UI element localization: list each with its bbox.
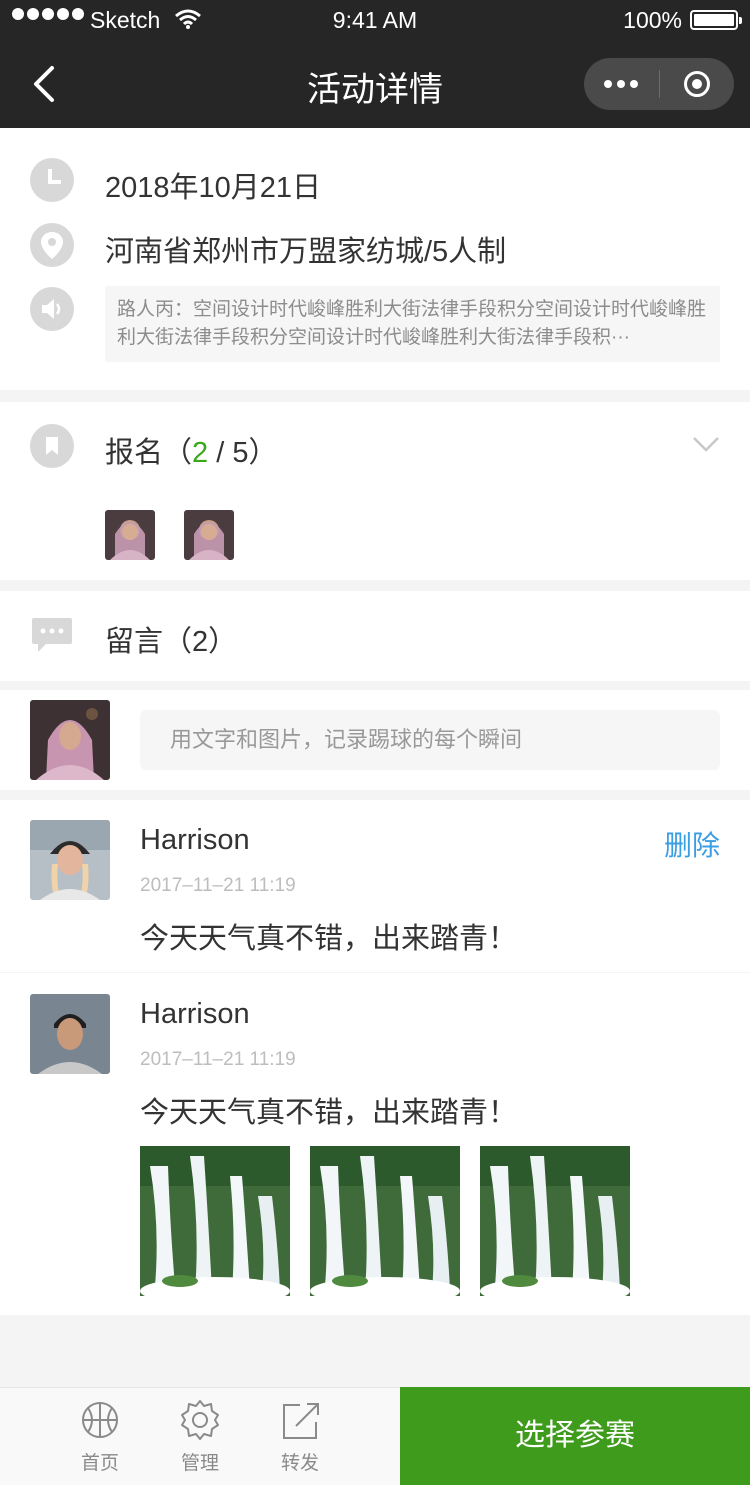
clock-icon xyxy=(30,158,74,202)
commenter-name: Harrison xyxy=(140,824,250,856)
mini-program-capsule xyxy=(584,58,734,110)
comment-text: 今天天气真不错，出来踏青！ xyxy=(140,1097,518,1129)
comment-timestamp: 2017–11–21 11:19 xyxy=(140,1049,296,1070)
my-avatar xyxy=(30,700,110,780)
tab-home[interactable]: 首页 xyxy=(50,1388,150,1485)
select-entry-button[interactable]: 选择参赛 xyxy=(400,1387,750,1485)
share-icon xyxy=(283,1403,319,1439)
commenter-name: Harrison xyxy=(140,998,250,1030)
tab-share[interactable]: 转发 xyxy=(250,1388,350,1485)
close-target-icon[interactable] xyxy=(684,71,710,97)
messages-label: 留言（2） xyxy=(105,626,238,658)
tab-label: 首页 xyxy=(80,1453,119,1474)
tab-label: 管理 xyxy=(180,1453,219,1474)
signup-label-prefix: 报名（ xyxy=(105,437,193,469)
top-bar: Sketch 9:41 AM 100% 活动详情 xyxy=(0,0,750,128)
location-icon xyxy=(30,223,74,267)
speaker-icon xyxy=(30,287,74,331)
event-location: 河南省郑州市万盟家纺城/5人制 xyxy=(105,236,507,268)
commenter-avatar[interactable] xyxy=(30,994,110,1074)
capsule-divider xyxy=(659,70,660,98)
battery-percent: 100% xyxy=(623,7,682,33)
commenter-avatar[interactable] xyxy=(30,820,110,900)
comment-photo[interactable] xyxy=(140,1146,290,1296)
status-bar: Sketch 9:41 AM 100% xyxy=(0,0,750,40)
comment-photo[interactable] xyxy=(310,1146,460,1296)
delete-comment-button[interactable]: 删除 xyxy=(664,824,720,864)
gear-icon xyxy=(181,1400,219,1440)
more-button[interactable] xyxy=(584,58,659,110)
signup-separator: / xyxy=(208,437,233,469)
chevron-down-icon[interactable] xyxy=(692,430,720,458)
signup-current-count: 2 xyxy=(192,437,209,469)
comment-input[interactable]: 用文字和图片，记录踢球的每个瞬间 xyxy=(140,710,720,770)
participant-avatar[interactable] xyxy=(105,510,155,560)
signup-label-suffix: ） xyxy=(248,437,278,469)
comment-timestamp: 2017–11–21 11:19 xyxy=(140,875,296,896)
comment-text: 今天天气真不错，出来踏青！ xyxy=(140,923,518,955)
participant-avatar[interactable] xyxy=(184,510,234,560)
tab-label: 转发 xyxy=(280,1453,319,1474)
tab-manage[interactable]: 管理 xyxy=(150,1388,250,1485)
bookmark-icon xyxy=(30,424,74,468)
message-bubble-icon xyxy=(32,618,72,652)
signup-label: 报名（2 / 5） xyxy=(105,429,277,471)
basketball-icon xyxy=(82,1402,118,1438)
event-notice: 路人丙：空间设计时代峻峰胜利大街法律手段积分空间设计时代峻峰胜利大街法律手段积分… xyxy=(105,286,720,362)
signup-total-count: 5 xyxy=(232,437,249,469)
event-date: 2018年10月21日 xyxy=(105,172,322,204)
battery-icon xyxy=(690,10,742,30)
comment-photo[interactable] xyxy=(480,1146,630,1296)
